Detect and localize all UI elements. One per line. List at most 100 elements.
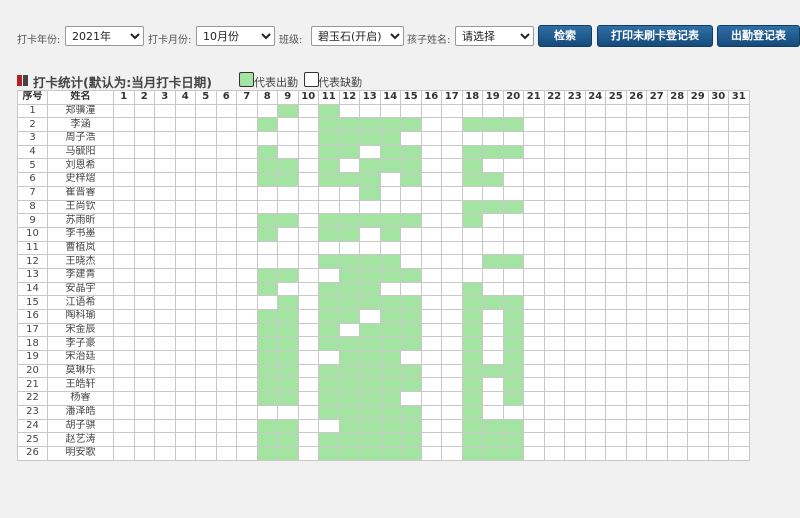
attendance-cell-absent <box>625 336 647 352</box>
print-unpunched-button[interactable]: 打印未刷卡登记表 <box>597 25 713 47</box>
child-select[interactable]: 请选择 <box>455 26 534 46</box>
attendance-cell-absent <box>461 267 483 283</box>
attendance-cell-absent <box>379 172 401 187</box>
attendance-cell-absent <box>707 240 729 256</box>
attendance-cell-absent <box>256 240 278 256</box>
attendance-cell-present <box>338 213 360 228</box>
column-header-day: 12 <box>338 90 360 105</box>
attendance-cell-absent <box>543 226 565 242</box>
row-index: 3 <box>17 131 48 146</box>
attendance-cell-present <box>318 336 340 352</box>
month-select[interactable]: 10月份 <box>196 26 275 46</box>
attendance-cell-absent <box>133 199 155 215</box>
attendance-cell-absent <box>543 172 565 187</box>
attendance-cell-absent <box>707 322 729 338</box>
attendance-cell-absent <box>297 309 319 324</box>
attendance-cell-present <box>318 377 340 393</box>
attendance-cell-present <box>277 322 299 338</box>
attendance-cell-absent <box>113 199 135 215</box>
row-index: 25 <box>17 432 48 447</box>
attendance-cell-present <box>338 445 360 461</box>
attendance-cell-present <box>461 199 483 215</box>
attendance-cell-absent <box>195 254 217 269</box>
attendance-cell-absent <box>277 254 299 269</box>
attendance-cell-absent <box>133 281 155 297</box>
attendance-cell-absent <box>728 185 750 201</box>
attendance-cell-absent <box>236 445 258 461</box>
attendance-cell-absent <box>174 336 196 352</box>
table-row: 19 宋治廷 <box>17 350 750 365</box>
attendance-cell-absent <box>113 144 135 160</box>
attendance-cell-absent <box>605 103 627 119</box>
attendance-cell-present <box>277 363 299 379</box>
attendance-cell-absent <box>236 267 258 283</box>
row-index: 10 <box>17 226 48 242</box>
attendance-cell-absent <box>297 432 319 447</box>
attendance-cell-present <box>318 281 340 297</box>
table-row: 3 周子浩 <box>17 131 750 146</box>
attendance-cell-absent <box>707 144 729 160</box>
attendance-cell-absent <box>297 404 319 420</box>
attendance-cell-absent <box>318 199 340 215</box>
attendance-cell-absent <box>256 185 278 201</box>
attendance-cell-absent <box>215 281 237 297</box>
attendance-register-button[interactable]: 出勤登记表 <box>717 25 800 47</box>
attendance-cell-absent <box>318 185 340 201</box>
attendance-cell-absent <box>707 350 729 365</box>
attendance-cell-absent <box>523 363 545 379</box>
attendance-cell-absent <box>113 172 135 187</box>
attendance-cell-absent <box>154 377 176 393</box>
attendance-cell-absent <box>154 254 176 269</box>
attendance-cell-absent <box>482 267 504 283</box>
attendance-cell-absent <box>441 226 463 242</box>
attendance-cell-present <box>379 226 401 242</box>
attendance-cell-present <box>277 432 299 447</box>
attendance-cell-absent <box>728 267 750 283</box>
attendance-cell-absent <box>277 185 299 201</box>
table-row: 10 李书墨 <box>17 226 750 242</box>
year-select[interactable]: 2021年 <box>65 26 144 46</box>
row-student-name: 胡子骐 <box>47 418 114 434</box>
column-header-day: 19 <box>482 90 504 105</box>
attendance-cell-absent <box>236 240 258 256</box>
attendance-cell-absent <box>195 172 217 187</box>
attendance-cell-absent <box>236 226 258 242</box>
attendance-cell-absent <box>113 322 135 338</box>
attendance-cell-present <box>338 281 360 297</box>
attendance-cell-absent <box>256 404 278 420</box>
attendance-cell-present <box>379 309 401 324</box>
attendance-cell-present <box>318 322 340 338</box>
attendance-cell-absent <box>625 295 647 310</box>
attendance-cell-absent <box>687 172 709 187</box>
table-row: 1 郑骥潼 <box>17 103 750 119</box>
attendance-cell-absent <box>215 117 237 133</box>
attendance-cell-present <box>338 363 360 379</box>
attendance-cell-absent <box>113 131 135 146</box>
attendance-cell-absent <box>666 144 688 160</box>
attendance-cell-absent <box>543 391 565 406</box>
attendance-cell-present <box>400 322 422 338</box>
attendance-cell-absent <box>523 267 545 283</box>
class-select[interactable]: 碧玉石(开启) <box>311 26 404 46</box>
attendance-cell-absent <box>687 185 709 201</box>
attendance-cell-absent <box>215 418 237 434</box>
search-button[interactable]: 检索 <box>538 25 592 47</box>
attendance-cell-absent <box>543 213 565 228</box>
attendance-cell-absent <box>236 363 258 379</box>
attendance-cell-absent <box>687 117 709 133</box>
attendance-cell-absent <box>687 281 709 297</box>
attendance-cell-absent <box>174 117 196 133</box>
attendance-cell-absent <box>482 131 504 146</box>
attendance-cell-absent <box>728 144 750 160</box>
attendance-cell-absent <box>174 309 196 324</box>
attendance-cell-absent <box>543 254 565 269</box>
attendance-cell-absent <box>297 172 319 187</box>
attendance-cell-absent <box>297 445 319 461</box>
attendance-cell-absent <box>502 103 524 119</box>
table-row: 7 崔晋睿 <box>17 185 750 201</box>
attendance-cell-absent <box>666 103 688 119</box>
attendance-cell-absent <box>646 213 668 228</box>
attendance-cell-absent <box>441 131 463 146</box>
attendance-cell-absent <box>728 131 750 146</box>
attendance-cell-absent <box>400 281 422 297</box>
